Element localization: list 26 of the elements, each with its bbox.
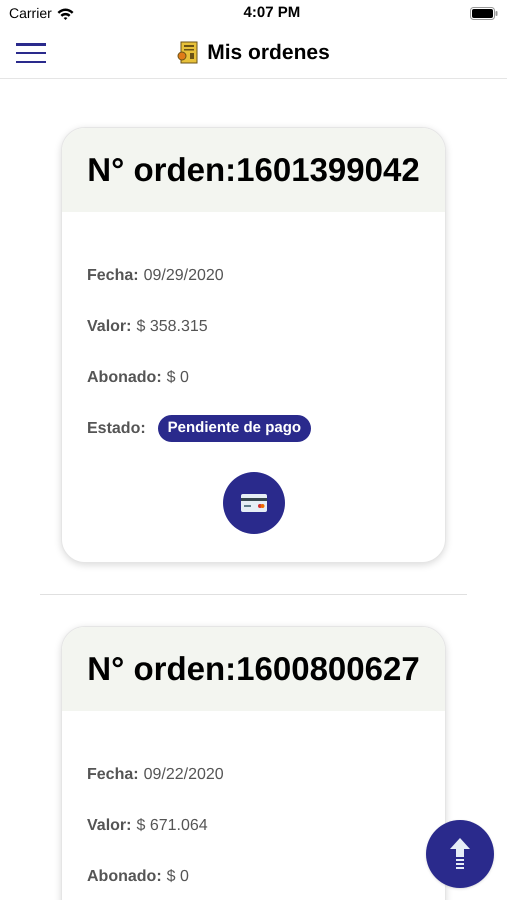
- battery-icon: [470, 7, 498, 20]
- credit-card-icon: [240, 494, 266, 512]
- field-label: Abonado:: [87, 866, 162, 886]
- up-arrow-icon: [450, 838, 470, 870]
- wifi-icon: [56, 8, 74, 20]
- field-value: $ 0: [166, 866, 189, 886]
- field-label: Abonado:: [87, 368, 162, 388]
- scroll-top-button[interactable]: [426, 820, 494, 888]
- order-number: N° orden:1600800627: [87, 649, 420, 690]
- field-value: $ 0: [166, 368, 189, 388]
- receipt-icon: [177, 40, 200, 64]
- field-value: 09/29/2020: [144, 266, 224, 286]
- field-label: Fecha:: [87, 764, 139, 784]
- field-value: 09/22/2020: [144, 764, 224, 784]
- field-value: $ 671.064: [136, 816, 208, 836]
- clock-time: 4:07 PM: [244, 3, 300, 24]
- status-badge: Pendiente de pago: [158, 415, 312, 442]
- carrier-label: Carrier: [9, 4, 52, 23]
- page-title: Mis ordenes: [207, 40, 330, 66]
- field-label: Estado:: [87, 418, 146, 438]
- field-label: Valor:: [87, 816, 132, 836]
- field-label: Fecha:: [87, 266, 139, 286]
- menu-button[interactable]: [16, 43, 46, 63]
- field-label: Valor:: [87, 316, 132, 336]
- field-value: $ 358.315: [136, 316, 208, 336]
- order-number: N° orden:1601399042: [87, 150, 420, 190]
